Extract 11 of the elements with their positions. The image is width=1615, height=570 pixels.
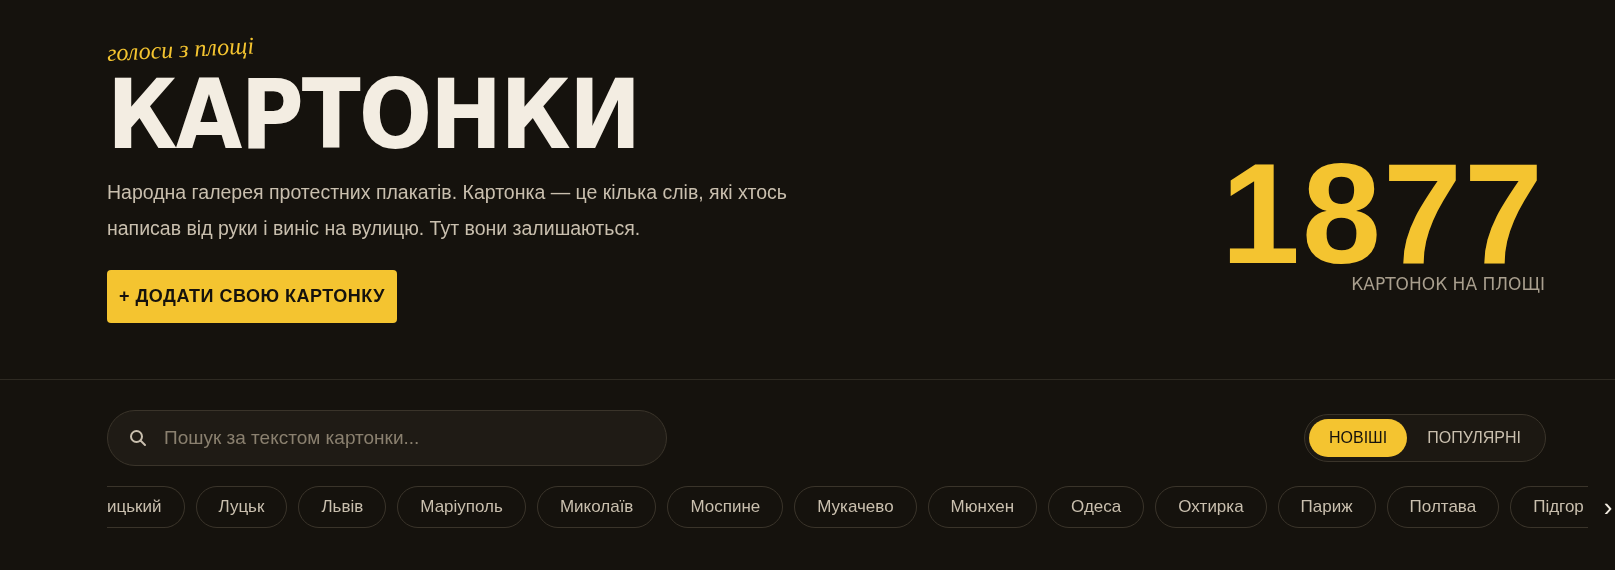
- count-label: КАРТОНОК НА ПЛОЩІ: [1351, 274, 1545, 294]
- sort-tab[interactable]: НОВІШІ: [1308, 419, 1408, 457]
- page-title: КАРТОНКИ: [107, 70, 640, 160]
- description: Народна галерея протестних плакатів. Картонка — це кілька слів, які хтось написав від руки і виніс на вулицю. Тут вони залишаються.: [107, 180, 788, 241]
- next-arrow-button[interactable]: ›: [1595, 491, 1615, 523]
- add-poster-button[interactable]: + ДОДАТИ СВОЮ КАРТОНКУ: [107, 270, 397, 323]
- sort-tab[interactable]: ПОПУЛЯРНІ: [1407, 419, 1541, 457]
- city-chip[interactable]: Підгор: [1510, 486, 1588, 528]
- tagline: голоси з площі: [106, 32, 255, 66]
- search-field[interactable]: Пошук за текстом картонки...: [107, 410, 667, 466]
- poster-count: 1877: [1221, 158, 1545, 270]
